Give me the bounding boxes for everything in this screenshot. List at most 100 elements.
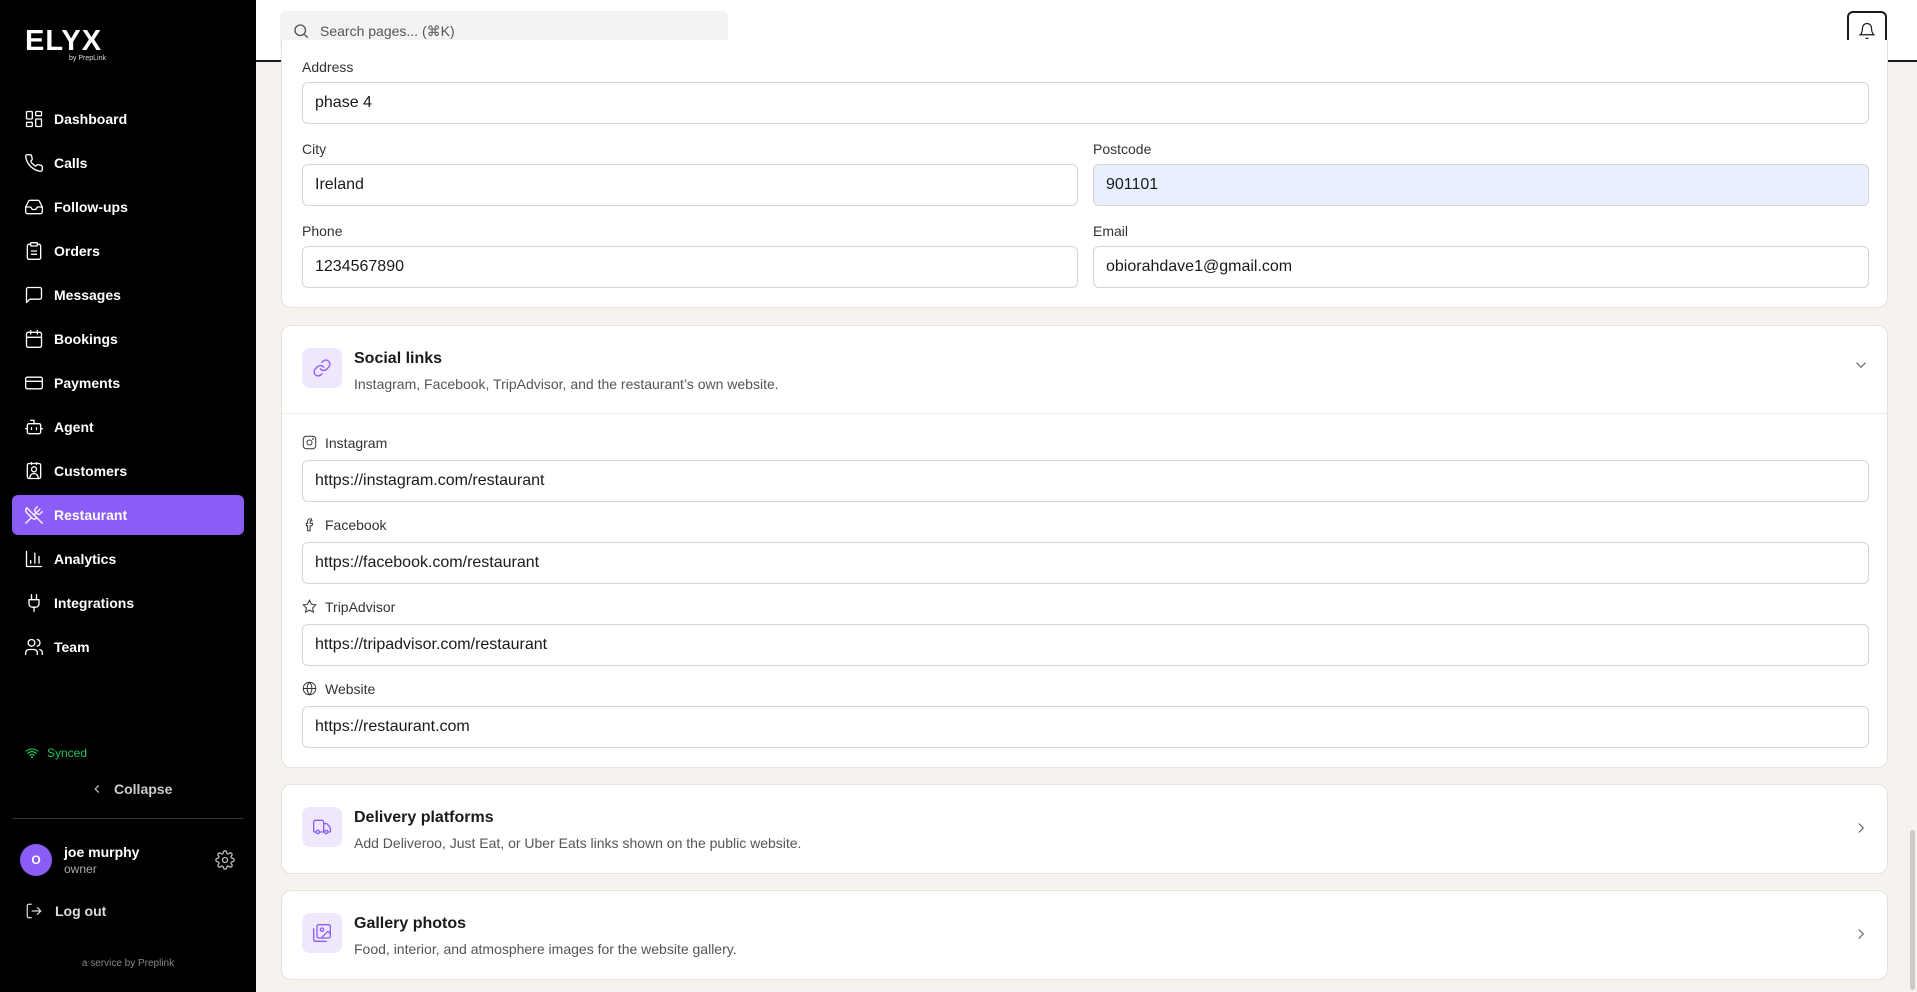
brand-name: ELYX [25,25,103,57]
logout-label: Log out [55,903,107,919]
city-label: City [302,141,327,157]
instagram-label: Instagram [302,435,387,451]
contact-icon [26,462,42,480]
sidebar-item-integrations[interactable]: Integrations [12,583,244,623]
facebook-label: Facebook [302,517,386,533]
utensils-icon [25,506,43,524]
tripadvisor-field[interactable] [302,624,1869,666]
sync-status-label: Synced [47,746,88,760]
logout-button[interactable]: Log out [25,902,106,920]
sidebar-item-payments[interactable]: Payments [12,363,244,403]
logout-icon [26,903,42,919]
chart-icon [25,550,43,568]
sidebar-item-label: Integrations [54,595,135,611]
truck-icon [313,819,331,835]
brand-sub: by PrepLink [69,55,106,62]
sidebar: ELYX by PrepLink Dashboard Calls Follow-… [0,0,256,992]
gear-icon[interactable] [215,850,235,870]
sidebar-item-customers[interactable]: Customers [12,451,244,491]
sidebar-item-calls[interactable]: Calls [12,143,244,183]
user-name: joe murphy [64,844,140,860]
email-field[interactable] [1093,246,1869,288]
sidebar-item-analytics[interactable]: Analytics [12,539,244,579]
social-links-card: Social links Instagram, Facebook, TripAd… [281,325,1888,768]
sidebar-item-orders[interactable]: Orders [12,231,244,271]
postcode-field[interactable] [1093,164,1869,206]
search-input[interactable] [320,23,700,39]
bell-icon [1858,22,1876,40]
delivery-icon-box [302,807,342,847]
sync-status: Synced [25,746,87,760]
instagram-field[interactable] [302,460,1869,502]
gallery-photos-card[interactable]: Gallery photos Food, interior, and atmos… [281,890,1888,980]
sidebar-item-follow-ups[interactable]: Follow-ups [12,187,244,227]
gallery-title: Gallery photos [354,915,467,932]
phone-label: Phone [302,223,343,239]
sidebar-item-team[interactable]: Team [12,627,244,667]
sidebar-item-dashboard[interactable]: Dashboard [12,99,244,139]
instagram-label-text: Instagram [325,435,388,451]
phone-field[interactable] [302,246,1078,288]
sidebar-item-label: Agent [54,419,94,435]
chevron-right-icon[interactable] [1852,819,1870,837]
avatar: O [20,844,52,876]
sidebar-item-label: Orders [54,243,100,259]
social-links-header[interactable]: Social links Instagram, Facebook, TripAd… [282,326,1887,414]
user-role: owner [64,862,97,876]
user-info: joe murphy owner [64,844,139,876]
gallery-desc: Food, interior, and atmosphere images fo… [354,941,737,957]
facebook-icon [305,518,314,532]
sidebar-item-agent[interactable]: Agent [12,407,244,447]
globe-icon [302,681,317,696]
sidebar-item-label: Analytics [54,551,117,567]
tripadvisor-label-text: TripAdvisor [325,599,396,615]
address-field[interactable] [302,82,1869,124]
facebook-field[interactable] [302,542,1869,584]
collapse-button[interactable]: Collapse [90,781,172,797]
city-field[interactable] [302,164,1078,206]
website-field[interactable] [302,706,1869,748]
gallery-icon-box [302,913,342,953]
delivery-desc: Add Deliveroo, Just Eat, or Uber Eats li… [354,835,802,851]
sidebar-item-label: Messages [54,287,121,303]
chevron-left-icon [94,785,100,793]
clipboard-icon [26,242,42,260]
brand-logo[interactable]: ELYX by PrepLink [25,25,106,62]
tripadvisor-label: TripAdvisor [302,599,395,615]
sidebar-item-bookings[interactable]: Bookings [12,319,244,359]
facebook-label-text: Facebook [325,517,387,533]
sidebar-item-label: Payments [54,375,121,391]
search-icon [294,24,309,39]
sidebar-item-label: Dashboard [54,111,128,127]
plug-icon [28,594,40,612]
link-icon [313,359,331,377]
page-scrollbar[interactable] [1910,830,1915,990]
sidebar-item-restaurant[interactable]: Restaurant [12,495,244,535]
collapse-label: Collapse [114,781,173,797]
social-links-title: Social links [354,350,443,367]
service-footer: a service by Preplink [81,958,175,969]
sidebar-item-label: Customers [54,463,128,479]
images-icon [313,924,331,942]
message-icon [25,286,43,304]
chevron-right-icon[interactable] [1852,925,1870,943]
phone-icon [25,153,44,172]
social-links-icon-box [302,348,342,388]
user-profile[interactable]: O joe murphy owner [20,844,139,876]
address-label: Address [302,59,354,75]
contact-card: Address City Postcode Phone Email [281,40,1888,308]
instagram-icon [302,435,317,450]
star-icon [302,599,317,614]
users-icon [25,638,44,656]
chevron-down-icon[interactable] [1852,356,1870,374]
delivery-platforms-card[interactable]: Delivery platforms Add Deliveroo, Just E… [281,784,1888,874]
sidebar-item-label: Restaurant [54,507,128,523]
calendar-icon [25,330,43,348]
delivery-title: Delivery platforms [354,809,494,826]
sidebar-item-label: Follow-ups [54,199,128,215]
credit-card-icon [25,376,43,390]
website-label: Website [302,681,375,697]
sidebar-item-label: Bookings [54,331,118,347]
bot-icon [25,419,43,435]
sidebar-item-messages[interactable]: Messages [12,275,244,315]
